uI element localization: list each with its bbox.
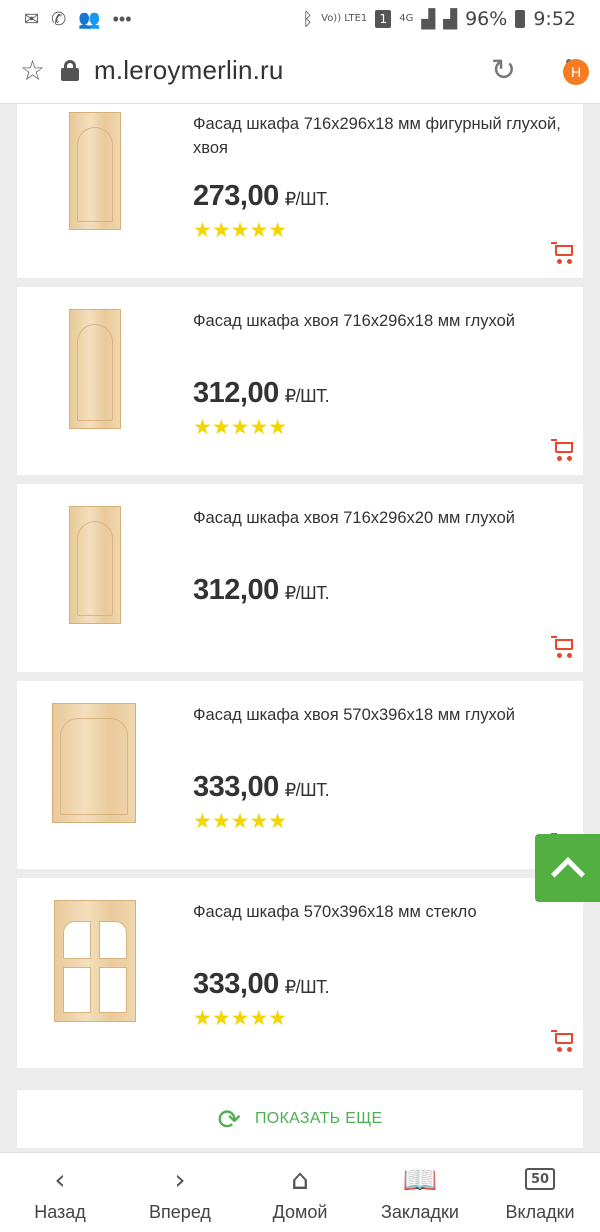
add-to-cart-button[interactable] <box>551 636 575 658</box>
add-to-cart-button[interactable] <box>551 439 575 461</box>
scroll-to-top-button[interactable] <box>535 834 600 902</box>
nav-back[interactable]: ‹ Назад <box>0 1153 120 1232</box>
nav-tabs-label: Вкладки <box>505 1202 575 1222</box>
browser-url-bar: ☆ m.leroymerlin.ru ↻ Н <box>0 38 600 104</box>
product-title[interactable]: Фасад шкафа 716x296x18 мм фигурный глухо… <box>193 112 563 160</box>
product-title[interactable]: Фасад шкафа хвоя 570x396x18 мм глухой <box>193 703 563 727</box>
product-image[interactable] <box>69 112 121 230</box>
product-card[interactable]: Фасад шкафа хвоя 716x296x18 мм глухой 31… <box>17 287 583 475</box>
nav-tabs[interactable]: 50 Вкладки <box>480 1153 600 1232</box>
nav-bookmarks-label: Закладки <box>381 1202 459 1222</box>
product-image[interactable] <box>54 900 136 1022</box>
nav-home-label: Домой <box>272 1202 328 1222</box>
product-price: 333,00 ₽/ШТ. <box>193 771 330 804</box>
bookmark-star-icon[interactable]: ☆ <box>20 54 60 87</box>
price-unit: ₽/ШТ. <box>284 977 330 997</box>
price-value: 333,00 <box>193 968 279 1000</box>
cart-icon <box>555 442 573 453</box>
price-value: 333,00 <box>193 771 279 803</box>
product-list: Фасад шкафа 716x296x18 мм фигурный глухо… <box>17 104 583 1077</box>
bluetooth-icon: ᛒ <box>302 8 314 30</box>
product-card[interactable]: Фасад шкафа хвоя 570x396x18 мм глухой 33… <box>17 681 583 869</box>
status-bar: ✉ ✆ 👥 ••• ᛒ Vo)) LTE1 1 4G ▟ ▟ 96% 9:52 <box>0 0 600 38</box>
home-icon: ⌂ <box>291 1162 309 1196</box>
nav-home[interactable]: ⌂ Домой <box>240 1153 360 1232</box>
product-card[interactable]: Фасад шкафа 716x296x18 мм фигурный глухо… <box>17 104 583 278</box>
signal2-icon: ▟ <box>443 8 458 30</box>
viber-icon: ✆ <box>51 8 67 29</box>
product-card[interactable]: Фасад шкафа 570x396x18 мм стекло 333,00 ₽… <box>17 878 583 1068</box>
price-unit: ₽/ШТ. <box>284 780 330 800</box>
nav-back-label: Назад <box>34 1202 86 1222</box>
volte-indicator: Vo)) LTE1 <box>321 13 368 24</box>
product-price: 333,00 ₽/ШТ. <box>193 968 330 1001</box>
add-to-cart-button[interactable] <box>551 242 575 264</box>
product-price: 312,00 ₽/ШТ. <box>193 377 330 410</box>
add-to-cart-button[interactable] <box>551 1030 575 1052</box>
product-price: 312,00 ₽/ШТ. <box>193 574 330 607</box>
price-value: 312,00 <box>193 377 279 409</box>
price-unit: ₽/ШТ. <box>284 583 330 603</box>
tabs-count: 50 <box>525 1168 555 1190</box>
product-title[interactable]: Фасад шкафа хвоя 716x296x18 мм глухой <box>193 309 563 333</box>
nav-bookmarks[interactable]: 📖 Закладки <box>360 1153 480 1232</box>
product-card[interactable]: Фасад шкафа хвоя 716x296x20 мм глухой 31… <box>17 484 583 672</box>
nav-forward-label: Вперед <box>149 1202 211 1222</box>
bookmarks-icon: 📖 <box>402 1162 438 1196</box>
price-value: 273,00 <box>193 180 279 212</box>
cart-icon <box>555 1033 573 1044</box>
cart-icon <box>555 639 573 650</box>
product-image[interactable] <box>69 506 121 624</box>
url-text[interactable]: m.leroymerlin.ru <box>94 55 284 86</box>
price-unit: ₽/ШТ. <box>284 386 330 406</box>
product-image[interactable] <box>69 309 121 429</box>
price-unit: ₽/ШТ. <box>284 189 330 209</box>
product-title[interactable]: Фасад шкафа 570x396x18 мм стекло <box>193 900 563 924</box>
nav-forward[interactable]: › Вперед <box>120 1153 240 1232</box>
clock: 9:52 <box>533 8 576 30</box>
show-more-button[interactable]: ⟳ ПОКАЗАТЬ ЕЩЕ <box>17 1090 583 1148</box>
product-title[interactable]: Фасад шкафа хвоя 716x296x20 мм глухой <box>193 506 563 530</box>
signal-icon: ▟ <box>421 8 436 30</box>
battery-icon <box>515 10 526 28</box>
profile-badge: Н <box>563 58 589 85</box>
rating-stars: ★★★★★ <box>193 809 288 833</box>
battery-percent: 96% <box>465 8 508 30</box>
tabs-icon: 50 <box>525 1162 555 1196</box>
lock-icon <box>60 59 80 83</box>
chevron-right-icon: › <box>174 1162 186 1196</box>
rating-stars: ★★★★★ <box>193 415 288 439</box>
network-type: 4G <box>399 13 414 24</box>
price-value: 312,00 <box>193 574 279 606</box>
show-more-label: ПОКАЗАТЬ ЕЩЕ <box>254 1110 383 1127</box>
contacts-icon: 👥 <box>78 8 101 29</box>
browser-bottom-nav: ‹ Назад › Вперед ⌂ Домой 📖 Закладки 50 В… <box>0 1152 600 1232</box>
product-image[interactable] <box>52 703 136 823</box>
rating-stars: ★★★★★ <box>193 218 288 242</box>
reload-icon[interactable]: ↻ <box>491 53 516 88</box>
refresh-icon: ⟳ <box>217 1102 241 1136</box>
sim-indicator: 1 <box>375 10 392 28</box>
cart-icon <box>555 245 573 256</box>
more-notifications-icon: ••• <box>112 8 132 29</box>
chevron-left-icon: ‹ <box>54 1162 66 1196</box>
browser-menu-button[interactable]: Н <box>560 51 589 91</box>
chevron-up-icon <box>550 857 585 891</box>
product-price: 273,00 ₽/ШТ. <box>193 180 330 213</box>
mail-icon: ✉ <box>24 8 40 29</box>
rating-stars: ★★★★★ <box>193 1006 288 1030</box>
